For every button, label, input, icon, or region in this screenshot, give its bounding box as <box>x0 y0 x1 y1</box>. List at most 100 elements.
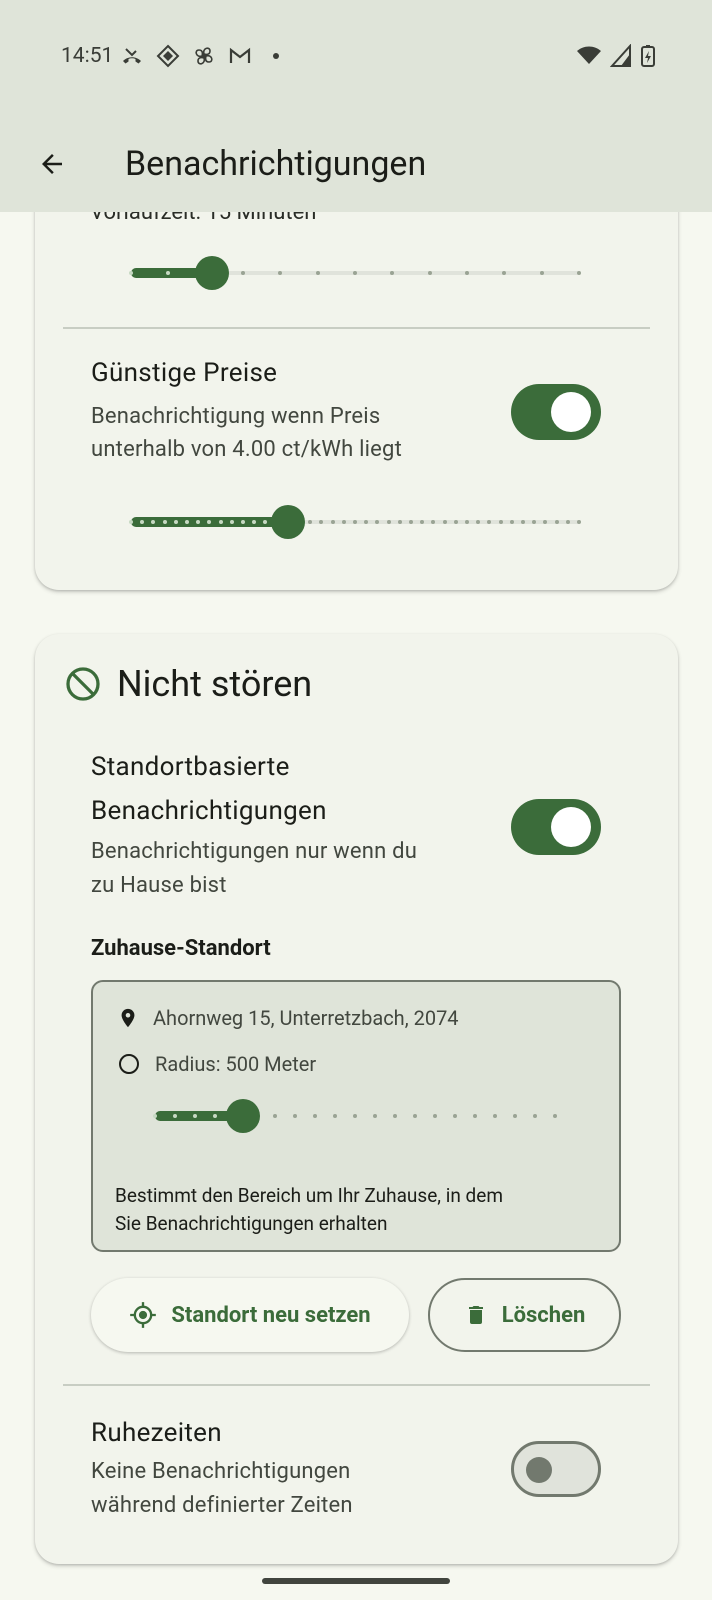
slider-tick <box>540 271 544 275</box>
location-notif-title-1: Standortbasierte <box>91 752 290 782</box>
page-title: Benachrichtigungen <box>125 144 427 184</box>
slider-tick <box>174 520 178 524</box>
gmail-icon <box>228 44 252 68</box>
slider-tick <box>342 520 346 524</box>
home-location-label: Zuhause-Standort <box>91 936 271 961</box>
status-system-icons <box>576 43 656 68</box>
radius-text: Radius: 500 Meter <box>155 1052 317 1076</box>
battery-icon <box>640 44 656 68</box>
slider-tick <box>476 520 480 524</box>
slider-tick <box>333 1114 337 1118</box>
address-text: Ahornweg 15, Unterretzbach, 2074 <box>153 1006 459 1030</box>
slider-tick <box>577 271 581 275</box>
slider-tick <box>398 520 402 524</box>
slider-tick <box>129 520 133 524</box>
app-icon <box>156 44 180 68</box>
slider-tick <box>353 271 357 275</box>
slider-tick <box>555 520 559 524</box>
slider-tick <box>252 520 256 524</box>
status-bar: 14:51 <box>0 0 712 116</box>
quiet-hours-desc-2: während definierter Zeiten <box>91 1493 353 1518</box>
trash-icon <box>468 1306 483 1324</box>
quiet-hours-toggle[interactable] <box>511 1441 601 1497</box>
slider-tick <box>151 520 155 524</box>
home-location-box: Ahornweg 15, Unterretzbach, 2074 Radius:… <box>91 980 621 1252</box>
cheap-prices-toggle[interactable] <box>511 384 601 440</box>
cheap-prices-title: Günstige Preise <box>91 358 278 388</box>
slider-tick <box>273 1114 277 1118</box>
slider-thumb[interactable] <box>271 505 305 539</box>
slider-tick <box>207 520 211 524</box>
radius-help-line-1: Bestimmt den Bereich um Ihr Zuhause, in … <box>115 1184 503 1207</box>
slider-tick <box>521 520 525 524</box>
slider-tick <box>387 520 391 524</box>
toggle-knob <box>526 1457 552 1483</box>
slider-tick <box>454 520 458 524</box>
slider-tick <box>153 1114 157 1118</box>
cheap-prices-desc-2: unterhalb von 4.00 ct/kWh liegt <box>91 437 402 462</box>
slider-tick <box>241 520 245 524</box>
app-bar: Benachrichtigungen <box>0 116 712 212</box>
radius-help-line-2: Sie Benachrichtigungen erhalten <box>115 1212 388 1235</box>
slider-tick <box>493 1114 497 1118</box>
slider-tick <box>499 520 503 524</box>
quiet-hours-title: Ruhezeiten <box>91 1418 222 1448</box>
location-notif-desc-2: zu Hause bist <box>91 873 227 898</box>
quiet-hours-desc-1: Keine Benachrichtigungen <box>91 1459 351 1484</box>
slider-tick <box>566 520 570 524</box>
slider-tick <box>230 520 234 524</box>
slider-tick <box>353 520 357 524</box>
radius-slider[interactable] <box>153 1099 557 1133</box>
location-notif-desc-1: Benachrichtigungen nur wenn du <box>91 839 418 864</box>
slider-tick <box>308 520 312 524</box>
slider-tick <box>428 271 432 275</box>
dnd-header: Nicht stören <box>65 663 312 705</box>
slider-tick <box>533 1114 537 1118</box>
divider <box>63 1384 650 1386</box>
wifi-icon <box>576 44 602 68</box>
slider-tick <box>375 520 379 524</box>
arrow-back-icon <box>42 154 62 174</box>
slider-tick <box>513 1114 517 1118</box>
slider-tick <box>140 520 144 524</box>
missed-call-icon <box>120 44 144 68</box>
slider-tick <box>213 1114 217 1118</box>
location-notif-title-2: Benachrichtigungen <box>91 796 327 826</box>
delete-location-button[interactable]: Löschen <box>428 1278 621 1352</box>
slider-tick <box>433 1114 437 1118</box>
location-notif-toggle[interactable] <box>511 799 601 855</box>
home-indicator[interactable] <box>262 1578 450 1584</box>
dnd-title: Nicht stören <box>117 663 313 705</box>
slider-tick <box>393 1114 397 1118</box>
slider-tick <box>473 1114 477 1118</box>
my-location-icon <box>130 1302 157 1328</box>
slider-tick <box>193 1114 197 1118</box>
slider-tick <box>413 1114 417 1118</box>
slider-tick <box>373 1114 377 1118</box>
slider-thumb[interactable] <box>195 256 229 290</box>
slider-tick <box>166 271 170 275</box>
lead-time-slider[interactable] <box>129 256 581 290</box>
price-threshold-slider[interactable] <box>129 505 581 539</box>
slider-tick <box>313 1114 317 1118</box>
radius-circle-icon <box>119 1054 139 1074</box>
reset-location-button[interactable]: Standort neu setzen <box>91 1278 409 1352</box>
slider-tick <box>319 520 323 524</box>
slider-tick <box>543 520 547 524</box>
slider-tick <box>553 1114 557 1118</box>
slider-tick <box>465 271 469 275</box>
slider-tick <box>278 271 282 275</box>
divider <box>63 327 650 329</box>
back-button[interactable] <box>28 140 76 188</box>
slider-tick <box>465 520 469 524</box>
toggle-knob <box>551 807 591 847</box>
delete-location-label: Löschen <box>501 1302 586 1328</box>
cheap-prices-desc-1: Benachrichtigung wenn Preis <box>91 404 381 429</box>
address-row: Ahornweg 15, Unterretzbach, 2074 <box>117 1006 459 1030</box>
slider-thumb[interactable] <box>226 1099 260 1133</box>
slider-tick <box>431 520 435 524</box>
reset-location-label: Standort neu setzen <box>171 1302 371 1328</box>
toggle-knob <box>551 392 591 432</box>
fan-icon <box>192 44 216 68</box>
radius-help-text: Bestimmt den Bereich um Ihr Zuhause, in … <box>115 1182 585 1238</box>
